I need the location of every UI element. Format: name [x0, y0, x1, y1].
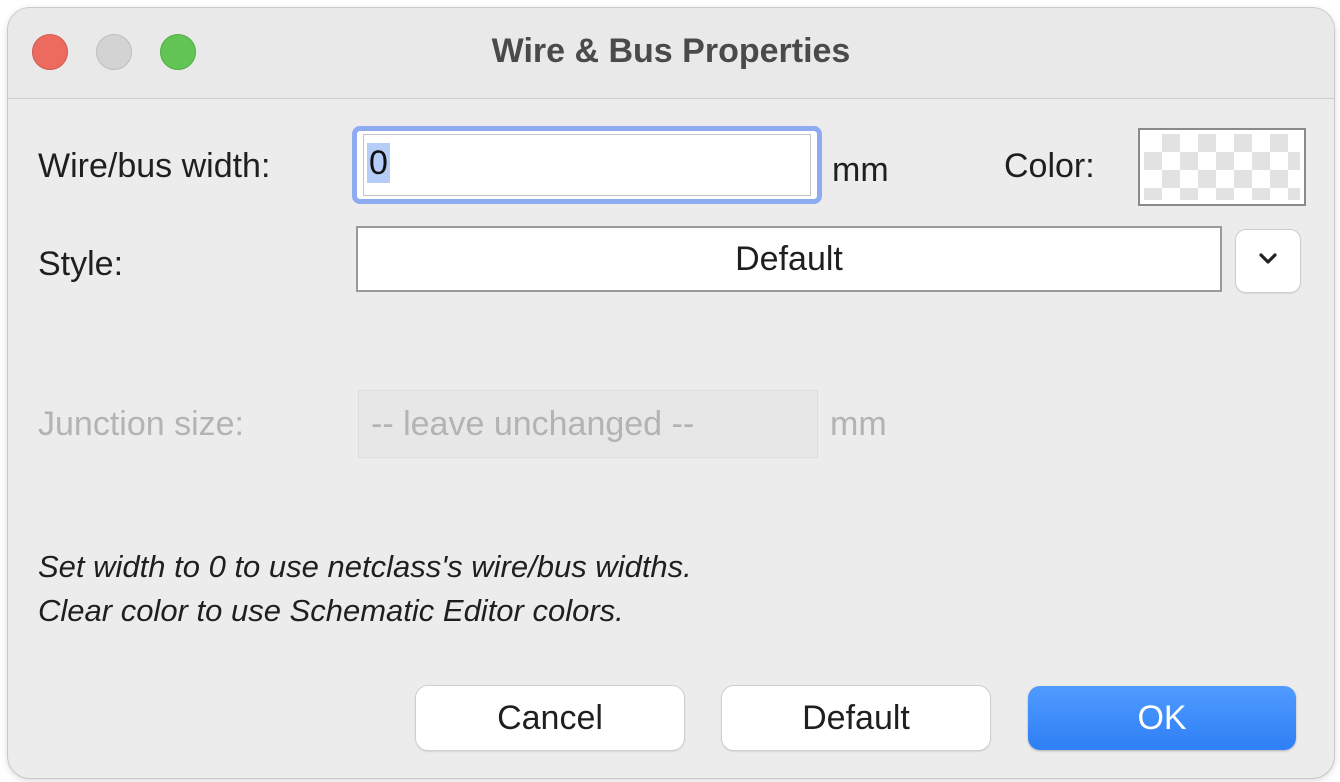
junction-size-label: Junction size: [38, 405, 244, 443]
window-title: Wire & Bus Properties [491, 32, 851, 70]
hint-width-text: Set width to 0 to use netclass's wire/bu… [38, 549, 692, 584]
wire-bus-width-input[interactable]: 0 [352, 126, 822, 204]
width-input-field [363, 134, 811, 196]
junction-unit-label: mm [830, 405, 887, 443]
dialog-window: Wire & Bus Properties Wire/bus width: 0 … [8, 8, 1334, 778]
transparent-checker-pattern [1144, 134, 1300, 200]
width-unit-label: mm [832, 151, 889, 189]
style-label: Style: [38, 245, 124, 283]
color-label: Color: [1004, 147, 1095, 185]
style-select[interactable]: Default [356, 226, 1222, 292]
style-dropdown-button[interactable] [1236, 230, 1300, 292]
title-bar: Wire & Bus Properties [8, 8, 1334, 99]
width-input-value: 0 [367, 143, 390, 183]
hint-color-text: Clear color to use Schematic Editor colo… [38, 593, 624, 628]
default-button[interactable]: Default [722, 686, 990, 750]
junction-size-input[interactable]: -- leave unchanged -- [358, 390, 818, 458]
color-swatch-button[interactable] [1138, 128, 1306, 206]
cancel-button[interactable]: Cancel [416, 686, 684, 750]
wire-bus-width-label: Wire/bus width: [38, 147, 271, 185]
ok-button[interactable]: OK [1028, 686, 1296, 750]
chevron-down-icon [1259, 253, 1277, 264]
